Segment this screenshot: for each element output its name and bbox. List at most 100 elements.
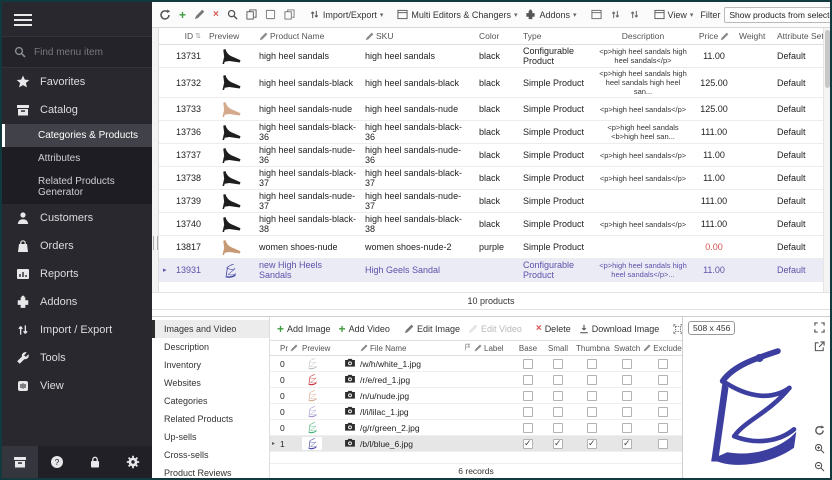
store-manager-button[interactable] — [2, 446, 38, 478]
cell-price[interactable]: 111.00 — [693, 213, 735, 236]
detail-tab[interactable]: Websites — [152, 374, 269, 392]
base-checkbox[interactable] — [523, 359, 533, 369]
download-image-button[interactable]: Download Image — [576, 322, 663, 336]
column-header-exclude[interactable]: Exclude — [643, 341, 682, 356]
cell-product-name[interactable]: high heel sandals-nude-36 — [255, 144, 361, 167]
cell-price[interactable]: 111.00 — [693, 190, 735, 213]
cell-label[interactable] — [471, 372, 513, 388]
copy-button[interactable] — [243, 7, 260, 22]
column-header-flag[interactable] — [461, 341, 471, 356]
cell-sku[interactable]: high heel sandals-nude-36 — [361, 144, 475, 167]
cell-price[interactable]: 11.00 — [693, 259, 735, 282]
add-video-button[interactable]: +Add Video — [336, 321, 393, 337]
image-row[interactable]: 0 /l/i/lilac_1.jpg — [270, 404, 682, 420]
import-export-menu[interactable]: Import/Export▾ — [306, 7, 387, 22]
lock-button[interactable] — [76, 455, 114, 469]
swatch-checkbox[interactable] — [622, 375, 632, 385]
move-up-button[interactable] — [607, 7, 624, 22]
sidebar-item-tools[interactable]: Tools — [2, 344, 152, 372]
base-checkbox[interactable] — [523, 391, 533, 401]
product-row[interactable]: 13738 high heel sandals-black-37 high he… — [159, 167, 830, 190]
cell-sku[interactable]: high heel sandals-black-37 — [361, 167, 475, 190]
addons-menu[interactable]: Addons▾ — [522, 7, 579, 22]
zoom-out-icon[interactable] — [814, 461, 825, 472]
cell-price[interactable]: 125.00 — [693, 98, 735, 121]
scrollbar-thumb[interactable] — [825, 30, 830, 88]
refresh-button[interactable] — [156, 7, 174, 23]
row-expand-cell[interactable] — [159, 236, 167, 259]
thumbnail-checkbox[interactable] — [587, 439, 597, 449]
delete-product-button[interactable]: × — [210, 8, 222, 22]
swatch-checkbox[interactable] — [622, 423, 632, 433]
zoom-in-icon[interactable] — [814, 443, 825, 454]
small-checkbox[interactable] — [553, 359, 563, 369]
small-checkbox[interactable] — [553, 375, 563, 385]
cell-file-name[interactable]: /b/l/blue_6.jpg — [357, 436, 461, 452]
add-image-button[interactable]: +Add Image — [274, 321, 334, 337]
swatch-checkbox[interactable] — [622, 439, 632, 449]
row-expand-cell[interactable] — [159, 98, 167, 121]
cell-product-name[interactable]: high heel sandals-nude-37 — [255, 190, 361, 213]
cell-sku[interactable]: women shoes-nude-2 — [361, 236, 475, 259]
product-row[interactable]: 13739 high heel sandals-nude-37 high hee… — [159, 190, 830, 213]
cell-priority[interactable]: 0 — [277, 404, 299, 420]
search-button[interactable] — [224, 7, 241, 22]
cell-price[interactable]: 11.00 — [693, 167, 735, 190]
base-checkbox[interactable] — [523, 407, 533, 417]
product-row[interactable]: ▸ 13931 new High Heels Sandals High Geel… — [159, 259, 830, 282]
thumbnail-checkbox[interactable] — [587, 391, 597, 401]
panel-collapse-handle[interactable] — [152, 28, 159, 292]
cell-sku[interactable]: High Geels Sandal — [361, 259, 475, 282]
sidebar-item-import-export[interactable]: Import / Export — [2, 316, 152, 344]
row-expand-cell[interactable] — [159, 45, 167, 68]
view-menu[interactable]: View▾ — [651, 7, 697, 22]
cell-label[interactable] — [471, 388, 513, 404]
base-checkbox[interactable] — [523, 423, 533, 433]
small-checkbox[interactable] — [553, 407, 563, 417]
swatch-checkbox[interactable] — [622, 391, 632, 401]
row-expand-cell[interactable] — [159, 213, 167, 236]
exclude-checkbox[interactable] — [658, 407, 668, 417]
cell-label[interactable] — [471, 420, 513, 436]
base-checkbox[interactable] — [523, 375, 533, 385]
cell-sku[interactable]: high heel sandals-black-38 — [361, 213, 475, 236]
cell-price[interactable]: 125.00 — [693, 68, 735, 98]
cell-file-name[interactable]: /l/i/lilac_1.jpg — [357, 404, 461, 420]
column-header-sku[interactable]: SKU — [361, 28, 475, 45]
move-down-button[interactable] — [626, 7, 643, 22]
small-checkbox[interactable] — [553, 439, 563, 449]
vertical-scrollbar[interactable] — [823, 28, 830, 292]
row-expand-cell[interactable] — [270, 388, 277, 404]
menu-search-input[interactable] — [34, 47, 134, 58]
row-expand-cell[interactable] — [270, 356, 277, 372]
sidebar-item-catalog[interactable]: Catalog — [2, 96, 152, 124]
column-header-id[interactable]: ID⇅ — [167, 28, 205, 45]
sidebar-item-related-products-generator[interactable]: Related Products Generator — [2, 170, 152, 204]
product-row[interactable]: 13732 high heel sandals-black high heel … — [159, 68, 830, 98]
exclude-checkbox[interactable] — [658, 359, 668, 369]
cell-product-name[interactable]: high heel sandals — [255, 45, 361, 68]
cell-file-name[interactable]: /g/r/green_2.jpg — [357, 420, 461, 436]
thumbnail-checkbox[interactable] — [587, 423, 597, 433]
base-checkbox[interactable] — [523, 439, 533, 449]
column-header-label[interactable]: Label — [471, 341, 513, 356]
column-header-attribute-set[interactable]: Attribute Set Name — [773, 28, 830, 45]
add-product-button[interactable]: + — [176, 7, 189, 23]
sidebar-item-customers[interactable]: Customers — [2, 204, 152, 232]
help-button[interactable] — [38, 455, 76, 469]
column-header-priority[interactable]: Pr — [277, 341, 299, 356]
swatch-checkbox[interactable] — [622, 407, 632, 417]
column-header-type[interactable]: Type — [519, 28, 593, 45]
exclude-checkbox[interactable] — [658, 423, 668, 433]
row-expand-cell[interactable]: ▸ — [270, 436, 277, 452]
cell-price[interactable]: 11.00 — [693, 144, 735, 167]
column-header-file-name[interactable]: File Name — [357, 341, 461, 356]
edit-image-button[interactable]: Edit Image — [401, 322, 463, 336]
cell-sku[interactable]: high heel sandals-black-36 — [361, 121, 475, 144]
sidebar-item-orders[interactable]: Orders — [2, 232, 152, 260]
column-header-small[interactable]: Small — [543, 341, 573, 356]
sidebar-item-addons[interactable]: Addons — [2, 288, 152, 316]
exclude-checkbox[interactable] — [658, 439, 668, 449]
column-header-description[interactable]: Description — [593, 28, 693, 45]
detail-tab[interactable]: Up-sells — [152, 428, 269, 446]
